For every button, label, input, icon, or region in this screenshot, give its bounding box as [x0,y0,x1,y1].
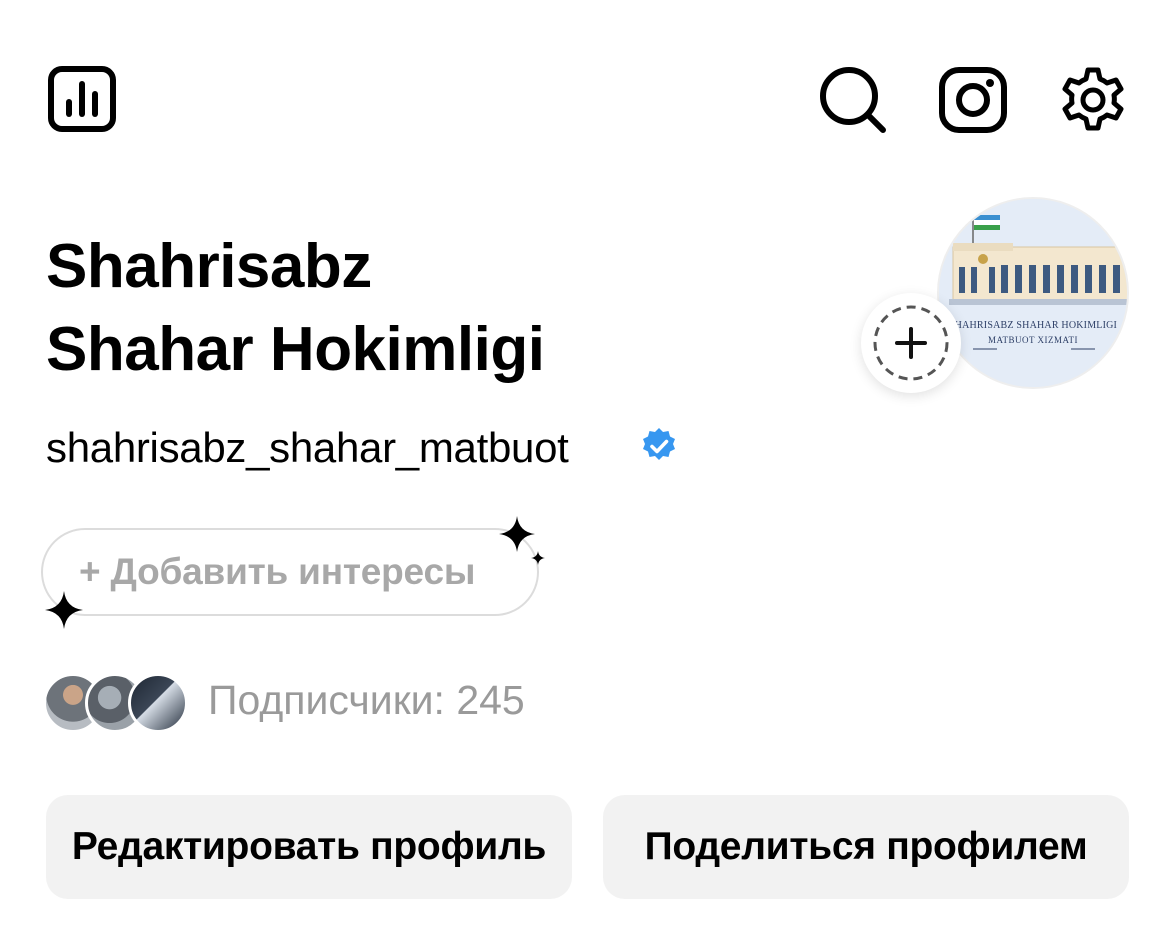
sparkle-icon [499,516,535,557]
follower-avatar [128,673,188,733]
verified-badge-icon [640,427,678,470]
hokimiyat-building-image [939,199,1127,387]
insights-icon[interactable] [48,66,116,132]
profile-name-line1: Shahrisabz [46,232,372,301]
add-story-button[interactable] [861,293,961,393]
add-interests-label: + Добавить интересы [79,551,476,592]
search-icon[interactable] [818,66,890,134]
add-interests-button[interactable]: + Добавить интересы [41,528,539,616]
sparkle-icon [45,591,83,634]
profile-avatar[interactable]: SHAHRISABZ SHAHAR HOKIMLIGI MATBUOT XIZM… [937,197,1129,389]
username: shahrisabz_shahar_matbuot [46,424,569,471]
profile-name-line2: Shahar Hokimligi [46,315,545,384]
sparkle-icon [531,551,545,570]
profile-name: Shahrisabz Shahar Hokimligi [46,225,545,391]
threads-icon[interactable] [938,66,1008,134]
avatar-caption-line1: SHAHRISABZ SHAHAR HOKIMLIGI [948,320,1118,331]
add-story-icon [873,305,949,381]
share-profile-button[interactable]: Поделиться профилем [603,795,1129,899]
edit-profile-button[interactable]: Редактировать профиль [46,795,572,899]
gear-icon[interactable] [1057,64,1129,136]
followers-count[interactable]: Подписчики: 245 [208,676,525,724]
avatar-caption-line2: MATBUOT XIZMATI [987,335,1079,345]
